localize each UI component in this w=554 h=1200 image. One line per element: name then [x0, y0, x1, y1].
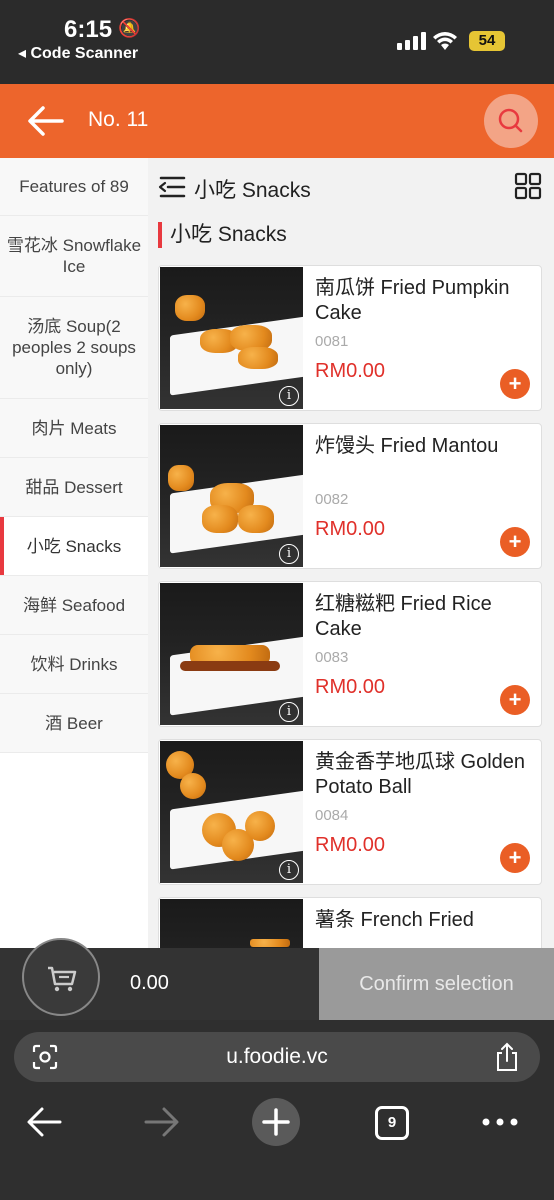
search-button[interactable] — [484, 94, 538, 148]
product-code: 0083 — [315, 649, 349, 666]
new-tab-button[interactable] — [252, 1098, 300, 1146]
sidebar-item-meats[interactable]: 肉片 Meats — [0, 399, 148, 458]
share-icon[interactable] — [494, 1042, 520, 1072]
product-card[interactable]: i 炸馒头 Fried Mantou 0082 RM0.00 + — [158, 423, 542, 569]
product-price: RM0.00 — [315, 360, 386, 382]
sidebar-item-snacks[interactable]: 小吃 Snacks — [0, 517, 148, 576]
info-icon[interactable]: i — [279, 860, 299, 880]
product-price: RM0.00 — [315, 676, 386, 698]
product-image — [160, 899, 303, 948]
sidebar-item-snowflake-ice[interactable]: 雪花冰 Snowflake Ice — [0, 216, 148, 297]
product-card[interactable]: i 黄金香芋地瓜球 Golden Potato Ball 0084 RM0.00… — [158, 739, 542, 885]
add-to-cart-button[interactable]: + — [500, 527, 530, 557]
browser-back-icon[interactable] — [26, 1098, 64, 1146]
cart-button[interactable] — [22, 938, 100, 1016]
battery-indicator: 54 — [469, 31, 505, 51]
url-text: u.foodie.vc — [226, 1045, 328, 1068]
cart-bar: 0.00 Confirm selection — [0, 938, 554, 1020]
sidebar-item-label: 海鲜 Seafood — [22, 595, 126, 615]
sidebar-item-label: 雪花冰 Snowflake Ice — [6, 236, 142, 276]
section-title: 小吃 Snacks — [158, 222, 287, 248]
status-time: 6:15 — [64, 16, 113, 43]
cellular-signal-icon — [397, 32, 427, 50]
product-image: i — [160, 741, 303, 883]
table-number: No. 11 — [88, 108, 149, 131]
cart-icon — [48, 966, 77, 992]
sidebar-item-label: 肉片 Meats — [31, 418, 117, 438]
status-bar: 6:15 🔕 ◂ Code Scanner 54 — [0, 0, 554, 84]
sidebar-item-label: 汤底 Soup(2 peoples 2 soups only) — [12, 317, 136, 378]
menu-collapse-icon[interactable] — [158, 176, 186, 198]
category-sidebar: Features of 89 雪花冰 Snowflake Ice 汤底 Soup… — [0, 158, 148, 948]
sidebar-item-label: 甜品 Dessert — [25, 477, 123, 497]
tab-count-button[interactable]: 9 — [375, 1106, 409, 1140]
bell-muted-icon: 🔕 — [118, 18, 141, 38]
product-code: 0084 — [315, 807, 349, 824]
product-name: 炸馒头 Fried Mantou — [315, 435, 499, 457]
product-list: 小吃 Snacks 小吃 Snacks i 南瓜饼 Fried Pumpkin … — [148, 158, 554, 948]
product-name: 红糖糍粑 Fried Rice Cake — [315, 593, 492, 640]
info-icon[interactable]: i — [279, 702, 299, 722]
more-options-icon[interactable] — [480, 1098, 520, 1146]
product-name: 黄金香芋地瓜球 Golden Potato Ball — [315, 751, 526, 798]
cart-total: 0.00 — [130, 972, 169, 994]
product-name: 南瓜饼 Fried Pumpkin Cake — [315, 277, 510, 324]
product-price: RM0.00 — [315, 834, 386, 856]
sidebar-item-label: 小吃 Snacks — [26, 536, 122, 556]
add-to-cart-button[interactable]: + — [500, 369, 530, 399]
product-image: i — [160, 425, 303, 567]
category-header: 小吃 Snacks — [148, 158, 554, 216]
sidebar-item-label: 酒 Beer — [45, 713, 103, 733]
product-card[interactable]: 薯条 French Fried — [158, 897, 542, 948]
product-price: RM0.00 — [315, 518, 386, 540]
product-card[interactable]: i 红糖糍粑 Fried Rice Cake 0083 RM0.00 + — [158, 581, 542, 727]
product-image: i — [160, 583, 303, 725]
back-arrow-icon[interactable] — [26, 104, 64, 138]
product-code: 0082 — [315, 491, 349, 508]
sidebar-item-soup[interactable]: 汤底 Soup(2 peoples 2 soups only) — [0, 297, 148, 399]
back-to-app-link[interactable]: ◂ Code Scanner — [18, 43, 138, 63]
sidebar-item-dessert[interactable]: 甜品 Dessert — [0, 458, 148, 517]
add-to-cart-button[interactable]: + — [500, 843, 530, 873]
plus-icon — [262, 1108, 290, 1136]
confirm-selection-button[interactable]: Confirm selection — [319, 948, 554, 1020]
sidebar-item-seafood[interactable]: 海鲜 Seafood — [0, 576, 148, 635]
browser-forward-icon[interactable] — [142, 1098, 180, 1146]
product-image: i — [160, 267, 303, 409]
sidebar-item-label: Features of 89 — [19, 177, 129, 196]
address-bar[interactable]: u.foodie.vc — [14, 1032, 540, 1082]
grid-view-icon[interactable] — [514, 172, 542, 200]
search-icon — [498, 108, 523, 133]
sidebar-item-label: 饮料 Drinks — [30, 654, 118, 674]
category-title: 小吃 Snacks — [194, 179, 311, 202]
info-icon[interactable]: i — [279, 386, 299, 406]
add-to-cart-button[interactable]: + — [500, 685, 530, 715]
product-name: 薯条 French Fried — [315, 909, 474, 931]
sidebar-item-drinks[interactable]: 饮料 Drinks — [0, 635, 148, 694]
info-icon[interactable]: i — [279, 544, 299, 564]
app-header: No. 11 — [0, 84, 554, 158]
product-card[interactable]: i 南瓜饼 Fried Pumpkin Cake 0081 RM0.00 + — [158, 265, 542, 411]
sidebar-item-beer[interactable]: 酒 Beer — [0, 694, 148, 753]
product-code: 0081 — [315, 333, 349, 350]
browser-toolbar: u.foodie.vc 9 — [0, 1020, 554, 1200]
wifi-icon — [433, 32, 457, 50]
sidebar-item-features[interactable]: Features of 89 — [0, 158, 148, 216]
